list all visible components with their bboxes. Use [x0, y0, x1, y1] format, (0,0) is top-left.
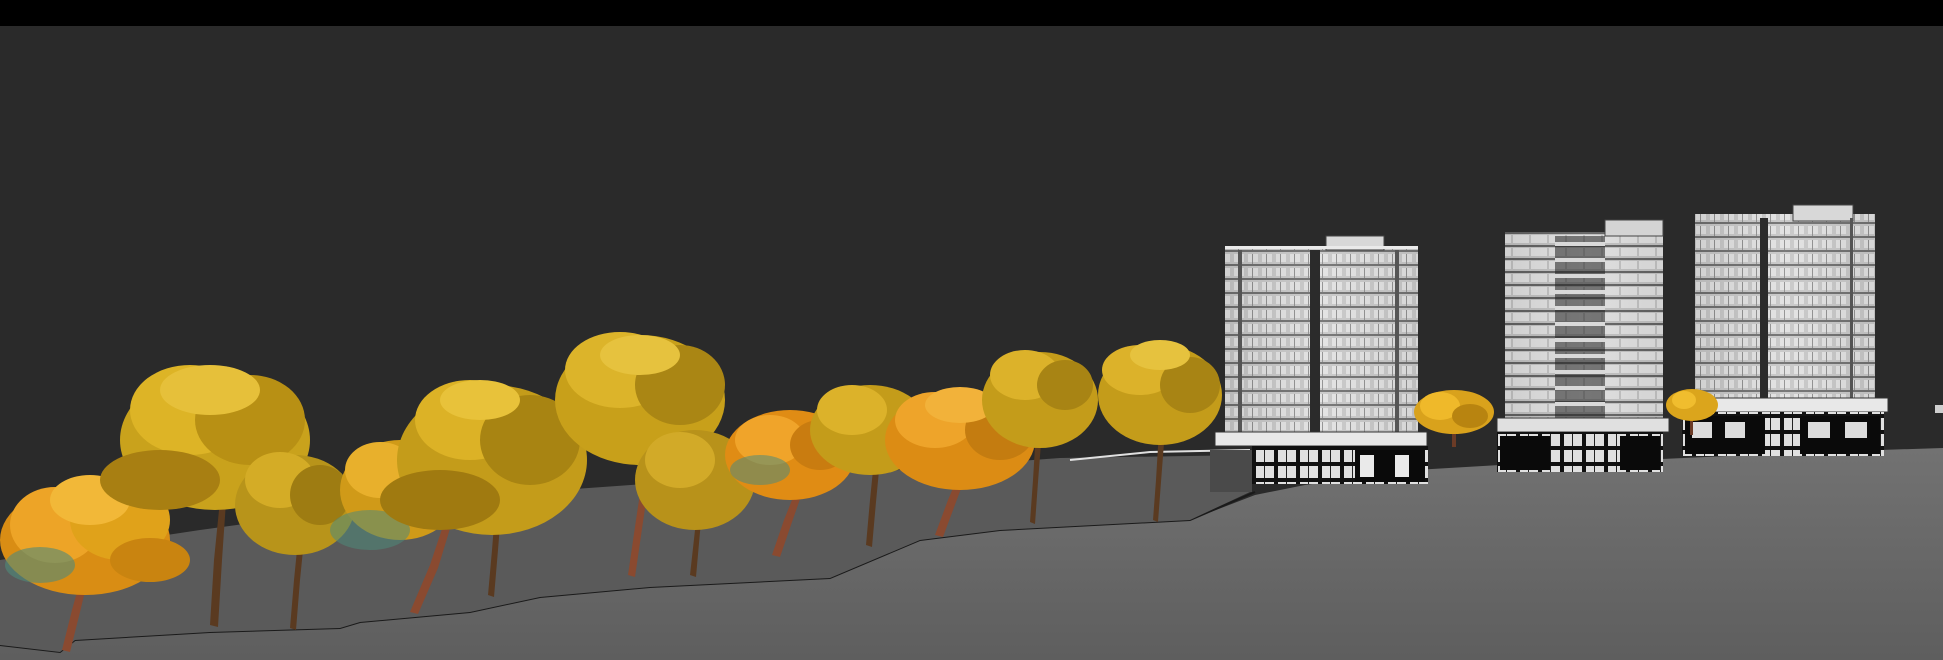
site-section-render [0, 204, 1943, 660]
residential-tower-1 [1214, 235, 1428, 484]
residential-tower-3 [1682, 204, 1943, 456]
retaining-wall [1210, 450, 1252, 492]
render-viewport[interactable] [0, 0, 1943, 660]
residential-tower-2 [1496, 219, 1670, 472]
